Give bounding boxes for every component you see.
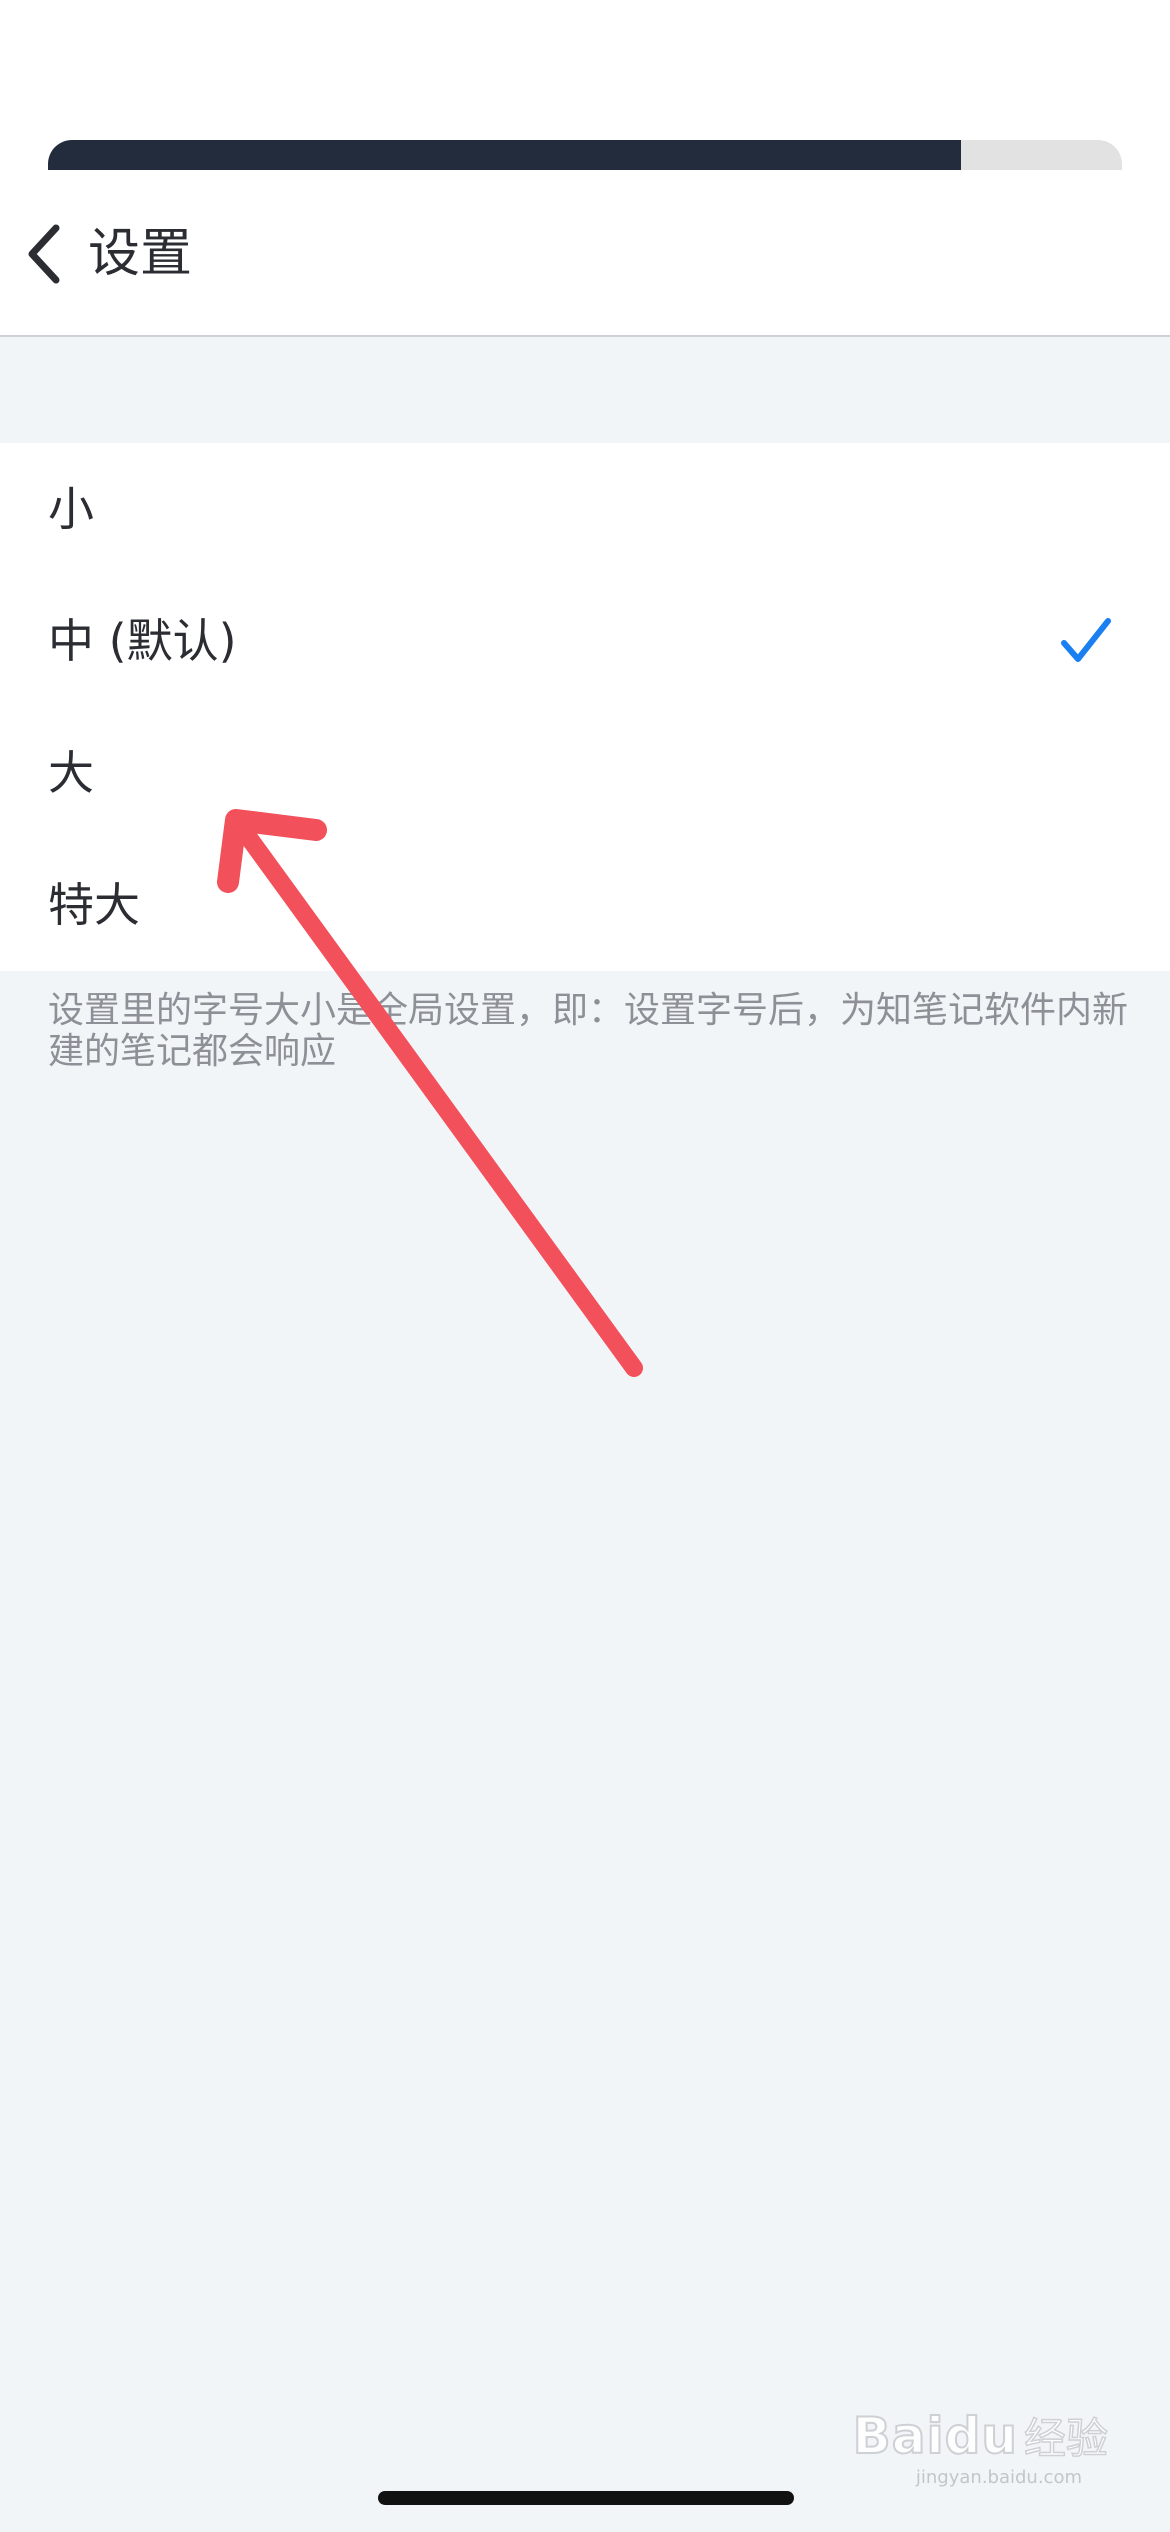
annotation-arrow (217, 809, 643, 1377)
option-label: 中 (默认) (48, 614, 237, 668)
font-size-option-large[interactable]: 大 (0, 707, 1170, 839)
option-label: 小 (48, 482, 94, 536)
option-label: 大 (48, 746, 94, 800)
home-indicator[interactable] (378, 2491, 794, 2505)
checkmark-icon (1061, 618, 1111, 662)
font-size-list: 小 中 (默认) 大 特大 (0, 443, 1170, 971)
navigation-bar: 设置 (0, 170, 1170, 337)
progress-bar (48, 140, 1122, 170)
page-title: 设置 (88, 224, 193, 284)
font-size-option-extra-large[interactable]: 特大 (0, 839, 1170, 971)
watermark-domain: jingyan.baidu.com (915, 2467, 1082, 2488)
jingyan-label: 经验 (1023, 2413, 1109, 2464)
font-size-footnote: 设置里的字号大小是全局设置，即：设置字号后，为知笔记软件内新建的笔记都会响应 (48, 990, 1129, 1072)
option-label: 特大 (48, 878, 140, 932)
chevron-left-icon (28, 224, 60, 284)
baidu-jingyan-watermark: Baidu 经验 (852, 2405, 1109, 2466)
font-size-option-medium[interactable]: 中 (默认) (0, 575, 1170, 707)
progress-bar-fill (48, 140, 961, 170)
baidu-logo: Baidu (852, 2406, 1018, 2466)
font-size-option-small[interactable]: 小 (0, 443, 1170, 575)
back-button[interactable] (16, 214, 72, 294)
